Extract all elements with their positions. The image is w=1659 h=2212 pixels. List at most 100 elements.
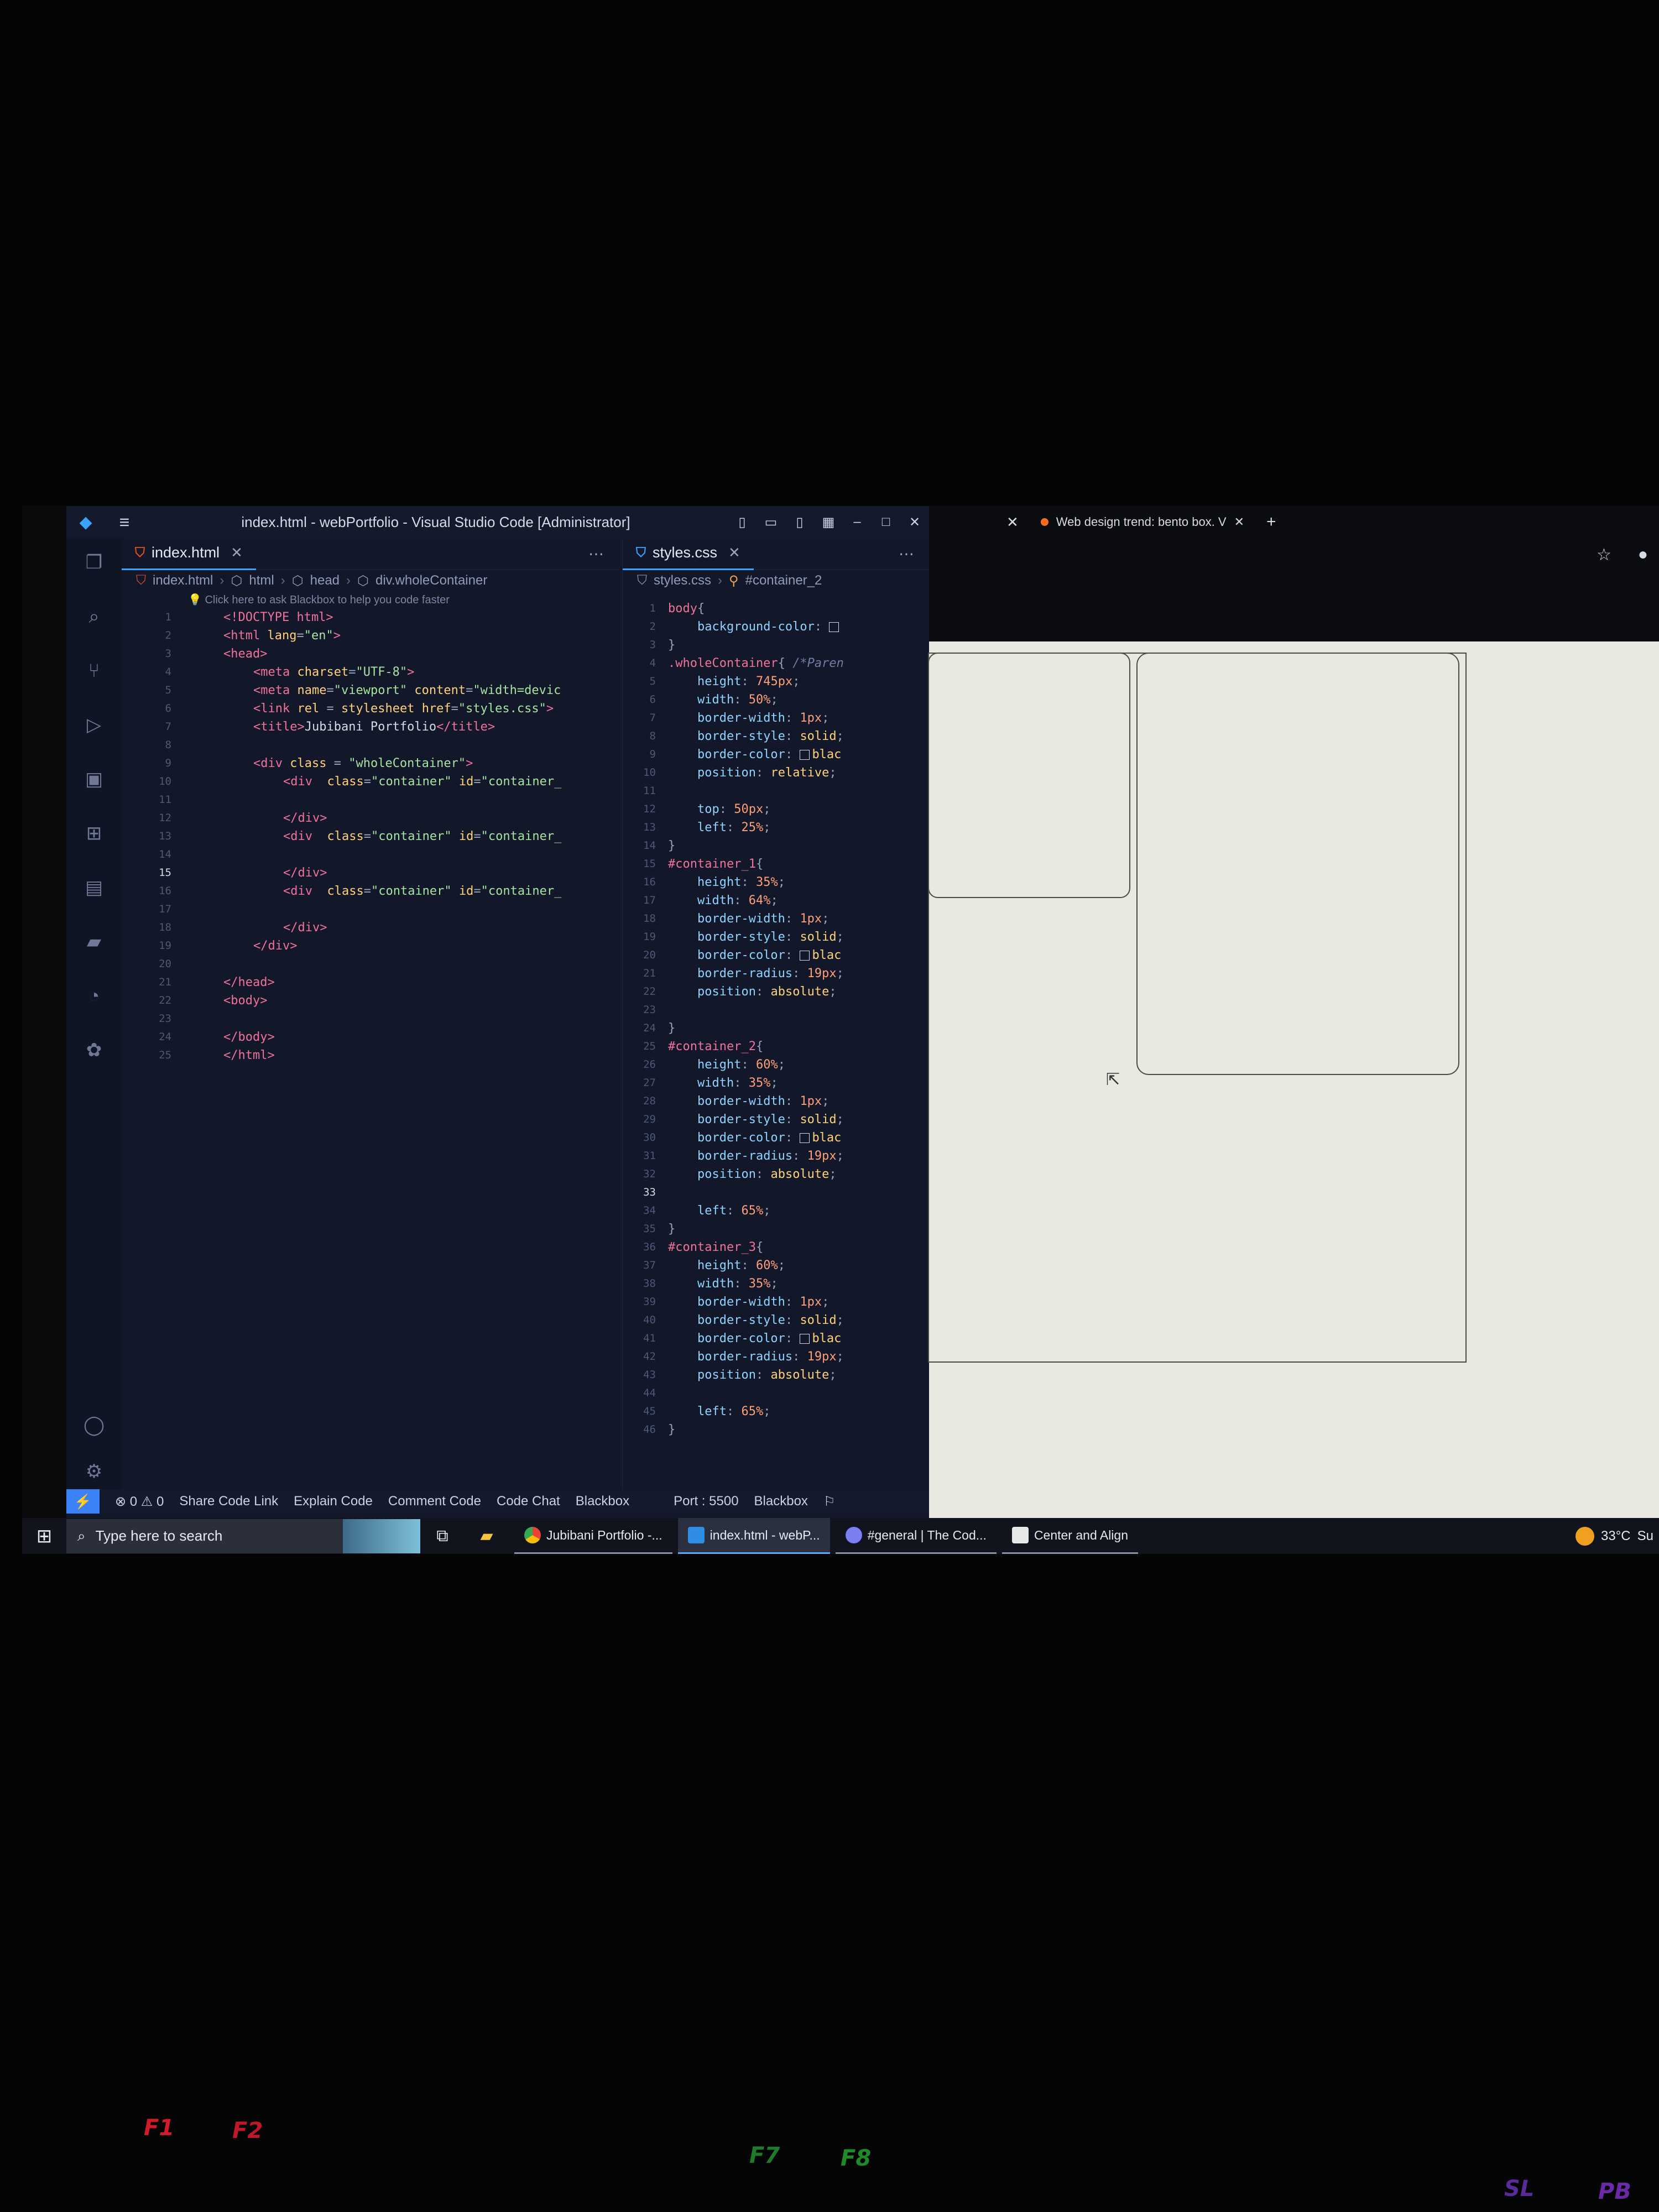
- code-line[interactable]: 40 border-style: solid;: [623, 1311, 930, 1329]
- code-line[interactable]: 20 border-color: blac: [623, 946, 930, 964]
- more-actions-icon[interactable]: ⋯: [899, 545, 930, 563]
- code-line[interactable]: 39 border-width: 1px;: [623, 1293, 930, 1311]
- code-line[interactable]: 11: [122, 791, 619, 809]
- toggle-secondary-sidebar-icon[interactable]: ▯: [785, 514, 814, 530]
- code-line[interactable]: 9 <div class = "wholeContainer">: [122, 754, 619, 773]
- close-tab-icon[interactable]: ✕: [1234, 515, 1244, 529]
- profile-avatar[interactable]: ●: [1638, 545, 1648, 564]
- figma-icon[interactable]: ✿: [81, 1037, 107, 1063]
- code-line[interactable]: 25 </html>: [122, 1046, 619, 1065]
- breadcrumb-div[interactable]: div.wholeContainer: [375, 573, 487, 588]
- code-line[interactable]: 18 </div>: [122, 919, 619, 937]
- code-line[interactable]: 2 <html lang="en">: [122, 627, 619, 645]
- bookmark-star-icon[interactable]: ☆: [1597, 545, 1611, 565]
- blackbox-item[interactable]: Blackbox: [576, 1494, 629, 1509]
- browser-tab[interactable]: Web design trend: bento box. V ✕: [1040, 515, 1244, 529]
- code-line[interactable]: 45 left: 65%;: [623, 1402, 930, 1421]
- code-line[interactable]: 8: [122, 736, 619, 754]
- task-view-icon[interactable]: ⧉: [420, 1527, 465, 1546]
- code-line[interactable]: 25 #container_2{: [623, 1037, 930, 1056]
- timeline-icon[interactable]: ◔: [81, 983, 107, 1009]
- explain-code[interactable]: Explain Code: [294, 1494, 373, 1509]
- code-line[interactable]: 36 #container_3{: [623, 1238, 930, 1256]
- code-line[interactable]: 19 border-style: solid;: [623, 928, 930, 946]
- remote-explorer-icon[interactable]: ▣: [81, 766, 107, 792]
- close-tab-icon[interactable]: ✕: [231, 544, 243, 561]
- code-line[interactable]: 5 <meta name="viewport" content="width=de…: [122, 681, 619, 700]
- code-line[interactable]: 30 border-color: blac: [623, 1129, 930, 1147]
- code-line[interactable]: 38 width: 35%;: [623, 1275, 930, 1293]
- code-line[interactable]: 18 border-width: 1px;: [623, 910, 930, 928]
- weather-widget[interactable]: 33°C Su: [1575, 1526, 1659, 1546]
- code-line[interactable]: 27 width: 35%;: [623, 1074, 930, 1092]
- toggle-panel-icon[interactable]: ▭: [757, 514, 785, 530]
- explorer-icon[interactable]: ❐: [81, 549, 107, 576]
- tab-index-html[interactable]: ⛉ index.html ✕: [122, 538, 256, 570]
- code-line[interactable]: 14}: [623, 837, 930, 855]
- minimize-button[interactable]: –: [843, 514, 872, 530]
- extensions-icon[interactable]: ⊞: [81, 820, 107, 847]
- code-line[interactable]: 26 height: 60%;: [623, 1056, 930, 1074]
- customize-layout-icon[interactable]: ▦: [814, 514, 843, 530]
- code-line[interactable]: 6 <link rel = stylesheet href="styles.css…: [122, 700, 619, 718]
- code-line[interactable]: 21 border-radius: 19px;: [623, 964, 930, 983]
- code-line[interactable]: 9 border-color: blac: [623, 745, 930, 764]
- hamburger-icon[interactable]: ≡: [105, 512, 144, 533]
- code-line[interactable]: 13 left: 25%;: [623, 818, 930, 837]
- notebook-icon[interactable]: ▤: [81, 874, 107, 901]
- breadcrumb-file[interactable]: index.html: [153, 573, 213, 588]
- code-line[interactable]: 42 border-radius: 19px;: [623, 1348, 930, 1366]
- code-line[interactable]: 37 height: 60%;: [623, 1256, 930, 1275]
- toggle-sidebar-icon[interactable]: ▯: [728, 514, 757, 530]
- code-line[interactable]: 6 width: 50%;: [623, 691, 930, 709]
- code-line[interactable]: 19 </div>: [122, 937, 619, 955]
- code-line[interactable]: 13 <div class="container" id="container_: [122, 827, 619, 846]
- close-tab-icon[interactable]: ✕: [1006, 514, 1019, 531]
- code-line[interactable]: 21 </head>: [122, 973, 619, 992]
- code-line[interactable]: 16 height: 35%;: [623, 873, 930, 891]
- tab-styles-css[interactable]: ⛉ styles.css ✕: [623, 538, 754, 570]
- code-line[interactable]: 46}: [623, 1421, 930, 1439]
- share-code-link[interactable]: Share Code Link: [179, 1494, 278, 1509]
- blackbox-status[interactable]: Blackbox: [754, 1494, 808, 1509]
- code-chat[interactable]: Code Chat: [497, 1494, 560, 1509]
- code-line[interactable]: 24 </body>: [122, 1028, 619, 1046]
- code-line[interactable]: 22 <body>: [122, 992, 619, 1010]
- code-line[interactable]: 29 border-style: solid;: [623, 1110, 930, 1129]
- new-tab-button[interactable]: +: [1266, 513, 1276, 531]
- code-line[interactable]: 15 #container_1{: [623, 855, 930, 873]
- code-line[interactable]: 17 width: 64%;: [623, 891, 930, 910]
- source-control-icon[interactable]: ⑂: [81, 658, 107, 684]
- more-actions-icon[interactable]: ⋯: [588, 545, 619, 563]
- code-line[interactable]: 20: [122, 955, 619, 973]
- search-icon[interactable]: ⌕: [81, 603, 107, 630]
- folder-icon[interactable]: ▰: [81, 928, 107, 955]
- code-line[interactable]: 41 border-color: blac: [623, 1329, 930, 1348]
- account-icon[interactable]: ◯: [81, 1412, 107, 1438]
- feedback-icon[interactable]: ⚐: [823, 1494, 836, 1510]
- code-line[interactable]: 12 </div>: [122, 809, 619, 827]
- problems-indicator[interactable]: ⊗ 0 ⚠ 0: [115, 1494, 164, 1510]
- code-line[interactable]: 2 background-color:: [623, 618, 930, 636]
- taskbar-search[interactable]: ⌕ Type here to search: [66, 1519, 420, 1553]
- code-line[interactable]: 4 .wholeContainer{ /*Paren: [623, 654, 930, 672]
- close-tab-icon[interactable]: ✕: [728, 544, 740, 561]
- code-line[interactable]: 23: [623, 1001, 930, 1019]
- taskbar-app-notion[interactable]: Center and Align: [1001, 1518, 1139, 1554]
- file-explorer-icon[interactable]: ▰: [465, 1526, 509, 1546]
- code-line[interactable]: 15 </div>: [122, 864, 619, 882]
- code-line[interactable]: 35}: [623, 1220, 930, 1238]
- breadcrumb-file[interactable]: styles.css: [654, 573, 711, 588]
- windows-start-icon[interactable]: ⊞: [22, 1525, 66, 1547]
- code-line[interactable]: 11: [623, 782, 930, 800]
- code-line[interactable]: 31 border-radius: 19px;: [623, 1147, 930, 1165]
- breadcrumb-html[interactable]: html: [249, 573, 274, 588]
- code-line[interactable]: 23: [122, 1010, 619, 1028]
- code-line[interactable]: 12 top: 50px;: [623, 800, 930, 818]
- code-line[interactable]: 10 position: relative;: [623, 764, 930, 782]
- comment-code[interactable]: Comment Code: [388, 1494, 481, 1509]
- code-line[interactable]: 3}: [623, 636, 930, 654]
- code-line[interactable]: 4 <meta charset="UTF-8">: [122, 663, 619, 681]
- code-line[interactable]: 7 <title>Jubibani Portfolio</title>: [122, 718, 619, 736]
- code-editor-css[interactable]: 1 body{2 background-color: 3} 4 .wholeConta…: [623, 599, 930, 1439]
